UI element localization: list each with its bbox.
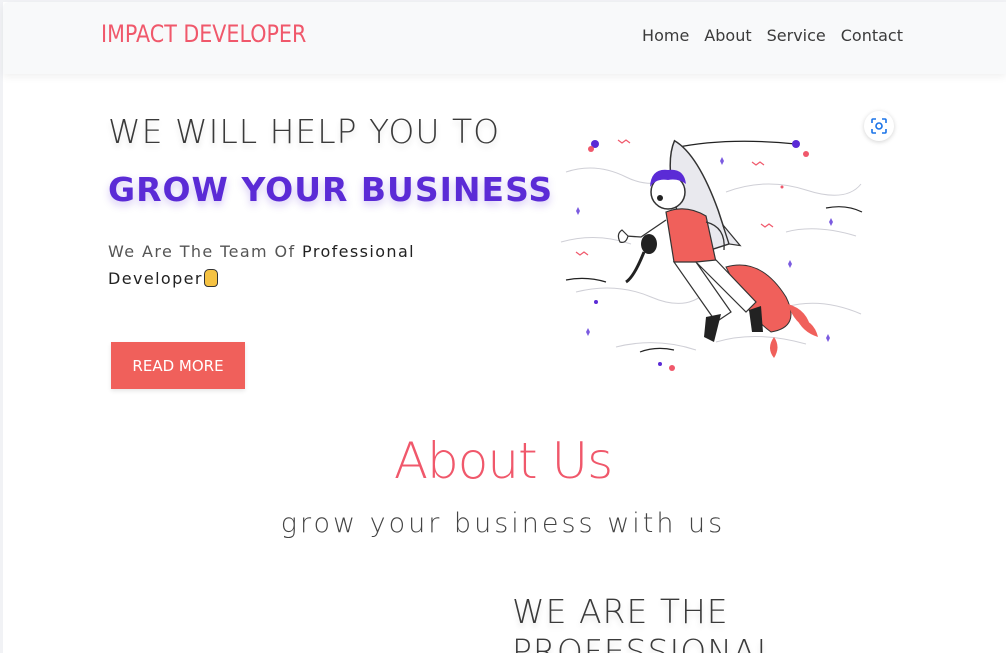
nav-link-about[interactable]: About [704, 26, 751, 45]
nav-link-service[interactable]: Service [767, 26, 826, 45]
hero-heading-line2: GROW YOUR BUSINESS [108, 170, 554, 209]
read-more-button[interactable]: READ MORE [111, 342, 245, 389]
about-subtitle: grow your business with us [280, 508, 726, 539]
brand-logo[interactable]: IMPACT DEVELOPER [101, 20, 306, 48]
victory-hand-icon [203, 269, 218, 287]
hero-heading-line1: WE WILL HELP YOU TO [108, 112, 501, 151]
nav-menu: Home About Service Contact [642, 26, 903, 45]
hero-subtitle: We Are The Team Of Professional Develope… [108, 238, 448, 292]
navbar: IMPACT DEVELOPER Home About Service Cont… [3, 2, 1006, 74]
hero-subtitle-prefix: We Are The Team Of [108, 242, 303, 261]
nav-link-contact[interactable]: Contact [841, 26, 903, 45]
google-lens-icon[interactable] [864, 111, 894, 141]
section-heading: WE ARE THE PROFESSIONAL [512, 592, 776, 653]
nav-link-home[interactable]: Home [642, 26, 689, 45]
rocket-boy-illustration [560, 139, 863, 371]
about-title: About Us [393, 432, 613, 490]
